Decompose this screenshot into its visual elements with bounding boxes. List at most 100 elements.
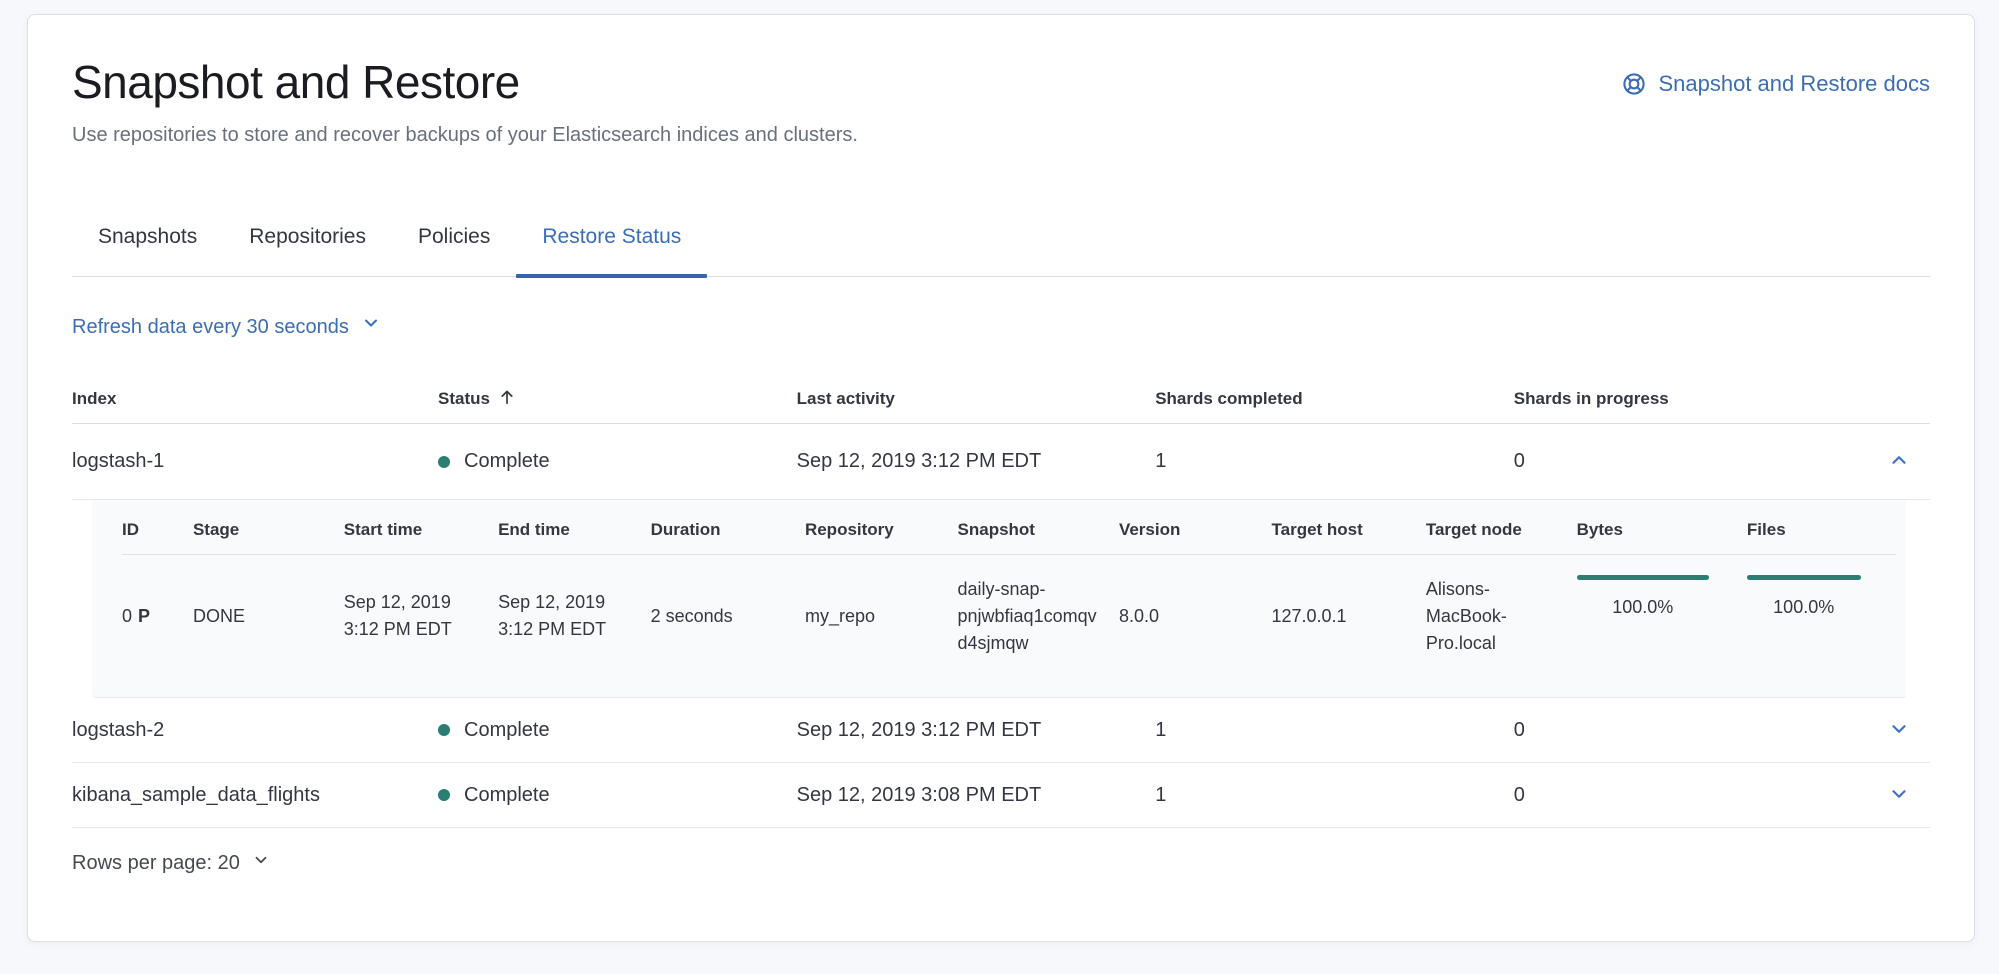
last-activity-cell: Sep 12, 2019 3:12 PM EDT [797, 719, 1156, 742]
shard-column-version: Version [1119, 520, 1272, 540]
index-cell: logstash-2 [72, 719, 438, 742]
shard-column-snapshot: Snapshot [958, 520, 1119, 540]
shard-duration-cell: 2 seconds [651, 603, 805, 630]
rows-per-page-label: Rows per page: 20 [72, 848, 240, 878]
expander-cell [1878, 714, 1930, 747]
index-name: logstash-2 [72, 719, 164, 742]
table-footer: Rows per page: 20 [72, 848, 1930, 878]
shard-id-value: 0 [122, 606, 132, 626]
docs-link-label: Snapshot and Restore docs [1658, 71, 1930, 97]
last-activity-value: Sep 12, 2019 3:08 PM EDT [797, 784, 1042, 807]
status-label: Complete [464, 784, 550, 807]
last-activity-value: Sep 12, 2019 3:12 PM EDT [797, 450, 1042, 473]
status-dot-icon [438, 789, 450, 801]
shard-column-bytes: Bytes [1577, 520, 1747, 540]
shards-in-progress-value: 0 [1514, 784, 1525, 807]
index-name: kibana_sample_data_flights [72, 784, 320, 807]
shards-in-progress-cell: 0 [1514, 450, 1878, 473]
shards-completed-cell: 1 [1155, 450, 1514, 473]
last-activity-value: Sep 12, 2019 3:12 PM EDT [797, 719, 1042, 742]
table-row-logstash-2: logstash-2 Complete Sep 12, 2019 3:12 PM… [72, 698, 1930, 763]
shard-column-start-time: Start time [344, 520, 498, 540]
expander-cell [1878, 779, 1930, 812]
shard-bytes-cell: 100.0% [1577, 593, 1747, 639]
restore-status-table: Index Status Last activity Shards comple… [72, 375, 1930, 828]
column-header-label: Shards in progress [1514, 389, 1669, 409]
bytes-progress: 100.0% [1577, 575, 1709, 621]
page-subtitle: Use repositories to store and recover ba… [72, 120, 1930, 150]
column-header-label: Status [438, 389, 490, 409]
table-header-row: Index Status Last activity Shards comple… [72, 375, 1930, 424]
column-header-status[interactable]: Status [438, 388, 797, 411]
tab-policies[interactable]: Policies [392, 222, 516, 276]
last-activity-cell: Sep 12, 2019 3:08 PM EDT [797, 784, 1156, 807]
shards-completed-value: 1 [1155, 450, 1166, 473]
rows-per-page-button[interactable]: Rows per page: 20 [72, 848, 270, 878]
collapse-row-button[interactable] [1884, 445, 1914, 478]
shard-column-id: ID [122, 520, 193, 540]
documentation-icon [1622, 72, 1646, 96]
column-header-last-activity[interactable]: Last activity [797, 389, 1156, 409]
status-label: Complete [464, 719, 550, 742]
docs-link[interactable]: Snapshot and Restore docs [1622, 71, 1930, 97]
table-row-logstash-1: logstash-1 Complete Sep 12, 2019 3:12 PM… [72, 424, 1930, 500]
status-cell: Complete [438, 450, 797, 473]
shard-end-time-cell: Sep 12, 2019 3:12 PM EDT [498, 589, 651, 643]
shard-table-row: 0P DONE Sep 12, 2019 3:12 PM EDT Sep 12,… [122, 555, 1896, 677]
index-name: logstash-1 [72, 450, 164, 473]
chevron-down-icon [1888, 718, 1910, 743]
tab-restore-status[interactable]: Restore Status [516, 222, 707, 276]
files-progress-bar [1747, 575, 1861, 580]
shard-column-stage: Stage [193, 520, 344, 540]
chevron-down-icon [252, 848, 270, 878]
chevron-down-icon [361, 313, 381, 341]
status-label: Complete [464, 450, 550, 473]
tab-snapshots[interactable]: Snapshots [72, 222, 223, 276]
column-header-label: Index [72, 389, 116, 409]
tab-repositories[interactable]: Repositories [223, 222, 392, 276]
shards-in-progress-cell: 0 [1514, 784, 1878, 807]
shard-repository-cell: my_repo [805, 603, 958, 630]
primary-shard-badge: P [138, 606, 150, 626]
bytes-progress-bar [1577, 575, 1709, 580]
index-cell: kibana_sample_data_flights [72, 784, 438, 807]
shard-column-target-host: Target host [1272, 520, 1426, 540]
shard-snapshot-cell: daily-snap-pnjwbfiaq1comqvd4sjmqw [958, 576, 1119, 657]
column-header-index[interactable]: Index [72, 389, 438, 409]
shards-completed-value: 1 [1155, 719, 1166, 742]
status-dot-icon [438, 724, 450, 736]
shard-target-host-cell: 127.0.0.1 [1272, 603, 1426, 630]
status-cell: Complete [438, 719, 797, 742]
chevron-down-icon [1888, 783, 1910, 808]
shard-column-duration: Duration [651, 520, 805, 540]
shards-completed-cell: 1 [1155, 719, 1514, 742]
refresh-interval-label: Refresh data every 30 seconds [72, 313, 349, 341]
shard-files-cell: 100.0% [1747, 593, 1896, 639]
expand-row-button[interactable] [1884, 779, 1914, 812]
shards-in-progress-value: 0 [1514, 719, 1525, 742]
bytes-percent-label: 100.0% [1577, 594, 1709, 621]
chevron-up-icon [1888, 449, 1910, 474]
refresh-interval-button[interactable]: Refresh data every 30 seconds [72, 313, 381, 341]
shards-completed-cell: 1 [1155, 784, 1514, 807]
shards-completed-value: 1 [1155, 784, 1166, 807]
index-cell: logstash-1 [72, 450, 438, 473]
snapshot-restore-panel: Snapshot and Restore Snapshot and Restor… [27, 14, 1975, 942]
page-header: Snapshot and Restore Snapshot and Restor… [72, 55, 1930, 110]
status-dot-icon [438, 456, 450, 468]
page-title: Snapshot and Restore [72, 55, 520, 110]
shard-start-time-cell: Sep 12, 2019 3:12 PM EDT [344, 589, 498, 643]
shards-in-progress-cell: 0 [1514, 719, 1878, 742]
shard-table-header-row: ID Stage Start time End time Duration Re… [122, 520, 1896, 555]
column-header-label: Shards completed [1155, 389, 1302, 409]
shard-column-target-node: Target node [1426, 520, 1577, 540]
files-percent-label: 100.0% [1747, 594, 1861, 621]
column-header-shards-completed[interactable]: Shards completed [1155, 389, 1514, 409]
table-row-kibana-sample-data-flights: kibana_sample_data_flights Complete Sep … [72, 763, 1930, 828]
shard-column-end-time: End time [498, 520, 651, 540]
shards-in-progress-value: 0 [1514, 450, 1525, 473]
shard-column-files: Files [1747, 520, 1896, 540]
last-activity-cell: Sep 12, 2019 3:12 PM EDT [797, 450, 1156, 473]
column-header-shards-in-progress[interactable]: Shards in progress [1514, 389, 1878, 409]
expand-row-button[interactable] [1884, 714, 1914, 747]
